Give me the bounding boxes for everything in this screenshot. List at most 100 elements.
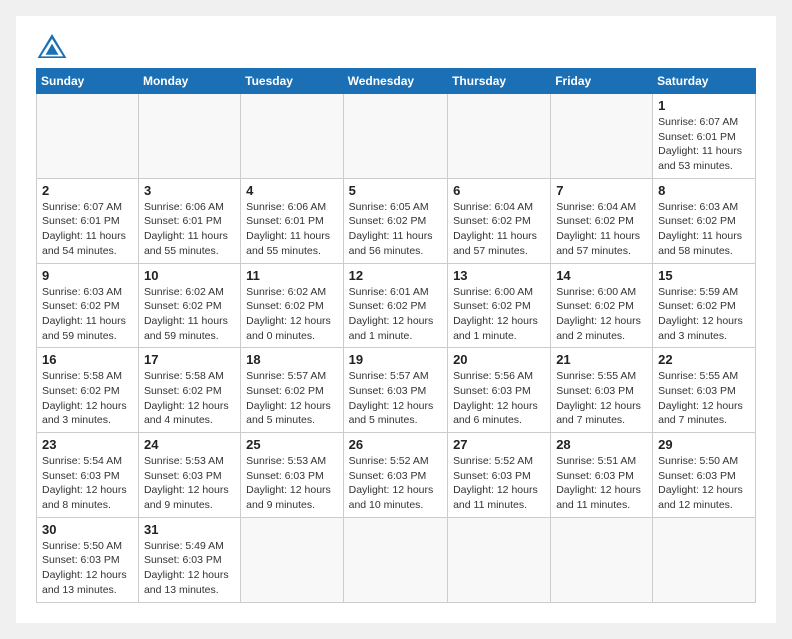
day-number: 27 [453, 437, 545, 452]
calendar-cell: 7 Sunrise: 6:04 AMSunset: 6:02 PMDaylight… [551, 178, 653, 263]
day-number: 23 [42, 437, 133, 452]
day-info: Sunrise: 6:06 AMSunset: 6:01 PMDaylight:… [246, 200, 337, 259]
calendar-cell [241, 517, 343, 602]
day-number: 7 [556, 183, 647, 198]
day-number: 14 [556, 268, 647, 283]
day-number: 15 [658, 268, 750, 283]
day-number: 4 [246, 183, 337, 198]
day-info: Sunrise: 5:51 AMSunset: 6:03 PMDaylight:… [556, 454, 647, 513]
day-number: 16 [42, 352, 133, 367]
calendar-cell: 13 Sunrise: 6:00 AMSunset: 6:02 PMDayligh… [448, 263, 551, 348]
day-number: 13 [453, 268, 545, 283]
calendar-cell: 9 Sunrise: 6:03 AMSunset: 6:02 PMDaylight… [37, 263, 139, 348]
weekday-header-monday: Monday [138, 69, 240, 94]
day-info: Sunrise: 6:03 AMSunset: 6:02 PMDaylight:… [42, 285, 133, 344]
day-info: Sunrise: 5:50 AMSunset: 6:03 PMDaylight:… [42, 539, 133, 598]
calendar-cell: 30 Sunrise: 5:50 AMSunset: 6:03 PMDayligh… [37, 517, 139, 602]
calendar-cell: 16 Sunrise: 5:58 AMSunset: 6:02 PMDayligh… [37, 348, 139, 433]
weekday-header-sunday: Sunday [37, 69, 139, 94]
week-row-1: 1 Sunrise: 6:07 AMSunset: 6:01 PMDaylight… [37, 94, 756, 179]
calendar-cell [138, 94, 240, 179]
weekday-header-thursday: Thursday [448, 69, 551, 94]
day-info: Sunrise: 5:53 AMSunset: 6:03 PMDaylight:… [246, 454, 337, 513]
day-info: Sunrise: 5:49 AMSunset: 6:03 PMDaylight:… [144, 539, 235, 598]
calendar-cell: 21Sunrise: 5:55 AMSunset: 6:03 PMDayligh… [551, 348, 653, 433]
day-info: Sunrise: 6:04 AMSunset: 6:02 PMDaylight:… [453, 200, 545, 259]
calendar-cell: 1 Sunrise: 6:07 AMSunset: 6:01 PMDaylight… [653, 94, 756, 179]
day-number: 24 [144, 437, 235, 452]
day-info: Sunrise: 5:58 AMSunset: 6:02 PMDaylight:… [144, 369, 235, 428]
day-number: 9 [42, 268, 133, 283]
calendar-cell: 24 Sunrise: 5:53 AMSunset: 6:03 PMDayligh… [138, 433, 240, 518]
day-info: Sunrise: 6:00 AMSunset: 6:02 PMDaylight:… [556, 285, 647, 344]
calendar-cell: 17 Sunrise: 5:58 AMSunset: 6:02 PMDayligh… [138, 348, 240, 433]
day-number: 29 [658, 437, 750, 452]
calendar-cell [343, 94, 447, 179]
day-number: 19 [349, 352, 442, 367]
day-info: Sunrise: 6:05 AMSunset: 6:02 PMDaylight:… [349, 200, 442, 259]
calendar-page: SundayMondayTuesdayWednesdayThursdayFrid… [16, 16, 776, 623]
week-row-3: 9 Sunrise: 6:03 AMSunset: 6:02 PMDaylight… [37, 263, 756, 348]
calendar-cell: 10Sunrise: 6:02 AMSunset: 6:02 PMDayligh… [138, 263, 240, 348]
day-info: Sunrise: 5:57 AMSunset: 6:03 PMDaylight:… [349, 369, 442, 428]
calendar-cell [343, 517, 447, 602]
calendar-cell: 6 Sunrise: 6:04 AMSunset: 6:02 PMDaylight… [448, 178, 551, 263]
weekday-header-saturday: Saturday [653, 69, 756, 94]
day-info: Sunrise: 6:04 AMSunset: 6:02 PMDaylight:… [556, 200, 647, 259]
calendar-cell: 8 Sunrise: 6:03 AMSunset: 6:02 PMDaylight… [653, 178, 756, 263]
calendar-cell: 25 Sunrise: 5:53 AMSunset: 6:03 PMDayligh… [241, 433, 343, 518]
day-number: 20 [453, 352, 545, 367]
day-info: Sunrise: 5:55 AMSunset: 6:03 PMDaylight:… [556, 369, 647, 428]
calendar-cell: 5 Sunrise: 6:05 AMSunset: 6:02 PMDaylight… [343, 178, 447, 263]
day-number: 6 [453, 183, 545, 198]
day-number: 2 [42, 183, 133, 198]
calendar-cell: 3Sunrise: 6:06 AMSunset: 6:01 PMDaylight… [138, 178, 240, 263]
calendar-cell: 29 Sunrise: 5:50 AMSunset: 6:03 PMDayligh… [653, 433, 756, 518]
weekday-header-tuesday: Tuesday [241, 69, 343, 94]
day-number: 31 [144, 522, 235, 537]
calendar-cell: 18 Sunrise: 5:57 AMSunset: 6:02 PMDayligh… [241, 348, 343, 433]
calendar-cell: 23 Sunrise: 5:54 AMSunset: 6:03 PMDayligh… [37, 433, 139, 518]
week-row-4: 16 Sunrise: 5:58 AMSunset: 6:02 PMDayligh… [37, 348, 756, 433]
calendar-cell [241, 94, 343, 179]
week-row-2: 2Sunrise: 6:07 AMSunset: 6:01 PMDaylight… [37, 178, 756, 263]
calendar-cell [551, 94, 653, 179]
day-number: 1 [658, 98, 750, 113]
calendar-cell: 20 Sunrise: 5:56 AMSunset: 6:03 PMDayligh… [448, 348, 551, 433]
calendar-cell [551, 517, 653, 602]
day-info: Sunrise: 6:07 AMSunset: 6:01 PMDaylight:… [658, 115, 750, 174]
calendar-cell: 31 Sunrise: 5:49 AMSunset: 6:03 PMDayligh… [138, 517, 240, 602]
calendar-header: SundayMondayTuesdayWednesdayThursdayFrid… [37, 69, 756, 94]
weekday-header-wednesday: Wednesday [343, 69, 447, 94]
day-info: Sunrise: 5:58 AMSunset: 6:02 PMDaylight:… [42, 369, 133, 428]
day-info: Sunrise: 5:53 AMSunset: 6:03 PMDaylight:… [144, 454, 235, 513]
week-row-6: 30 Sunrise: 5:50 AMSunset: 6:03 PMDayligh… [37, 517, 756, 602]
logo [36, 32, 72, 60]
day-number: 5 [349, 183, 442, 198]
day-info: Sunrise: 5:56 AMSunset: 6:03 PMDaylight:… [453, 369, 545, 428]
calendar-cell [448, 94, 551, 179]
calendar-cell: 22Sunrise: 5:55 AMSunset: 6:03 PMDayligh… [653, 348, 756, 433]
page-header [36, 32, 756, 60]
day-number: 18 [246, 352, 337, 367]
calendar-cell: 2Sunrise: 6:07 AMSunset: 6:01 PMDaylight… [37, 178, 139, 263]
day-info: Sunrise: 5:52 AMSunset: 6:03 PMDaylight:… [453, 454, 545, 513]
weekday-header-friday: Friday [551, 69, 653, 94]
day-number: 25 [246, 437, 337, 452]
calendar-cell: 28Sunrise: 5:51 AMSunset: 6:03 PMDayligh… [551, 433, 653, 518]
day-number: 17 [144, 352, 235, 367]
day-info: Sunrise: 5:57 AMSunset: 6:02 PMDaylight:… [246, 369, 337, 428]
calendar-cell: 15Sunrise: 5:59 AMSunset: 6:02 PMDayligh… [653, 263, 756, 348]
day-number: 10 [144, 268, 235, 283]
day-number: 30 [42, 522, 133, 537]
calendar-cell: 11Sunrise: 6:02 AMSunset: 6:02 PMDayligh… [241, 263, 343, 348]
day-info: Sunrise: 5:50 AMSunset: 6:03 PMDaylight:… [658, 454, 750, 513]
day-number: 3 [144, 183, 235, 198]
day-info: Sunrise: 6:02 AMSunset: 6:02 PMDaylight:… [246, 285, 337, 344]
day-number: 8 [658, 183, 750, 198]
day-info: Sunrise: 6:03 AMSunset: 6:02 PMDaylight:… [658, 200, 750, 259]
day-info: Sunrise: 5:52 AMSunset: 6:03 PMDaylight:… [349, 454, 442, 513]
day-info: Sunrise: 5:54 AMSunset: 6:03 PMDaylight:… [42, 454, 133, 513]
week-row-5: 23 Sunrise: 5:54 AMSunset: 6:03 PMDayligh… [37, 433, 756, 518]
day-info: Sunrise: 6:00 AMSunset: 6:02 PMDaylight:… [453, 285, 545, 344]
